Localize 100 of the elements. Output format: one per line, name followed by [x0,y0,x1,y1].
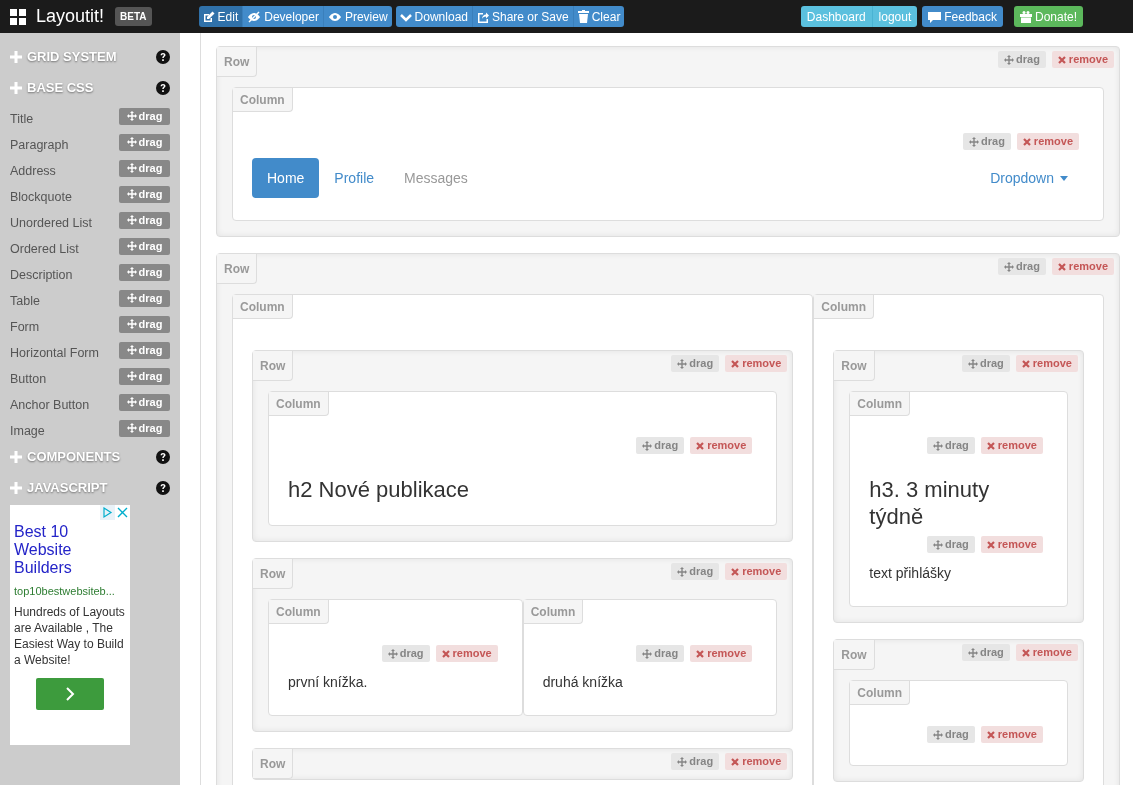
ad-title[interactable]: Best 10 Website Builders [14,523,126,577]
toolbar-button[interactable]: Feedback [922,6,1003,27]
remove-button[interactable]: remove [1015,644,1078,661]
help-icon [156,449,170,464]
drag-button[interactable]: drag [119,159,170,177]
heading-text: h3. 3 minuty týdně [869,476,991,530]
move-icon [933,729,943,740]
remove-button[interactable]: remove [725,753,788,770]
move-icon [677,756,688,767]
ad-button[interactable] [36,677,104,710]
drag-button[interactable]: drag [119,263,170,281]
remove-button[interactable]: remove [1015,355,1078,372]
toolbar-button[interactable]: Clear [573,6,625,27]
move-icon [126,371,137,381]
toolbar-button[interactable]: Share or Save [473,6,574,27]
remove-button[interactable]: remove [725,355,788,372]
plus-icon [10,450,22,463]
nav-tab[interactable]: Profile [319,158,390,198]
drag-button[interactable]: drag [963,133,1011,150]
close-icon [696,441,705,450]
remove-button[interactable]: remove [1016,133,1079,150]
remove-button[interactable]: remove [980,726,1043,743]
grid-logo-icon [10,8,26,25]
move-icon [677,358,688,369]
help-icon [156,49,170,64]
remove-button[interactable]: remove [690,645,753,662]
column-label: Column [850,681,910,705]
brand-title[interactable]: Layoutit! [36,3,105,30]
toolbar-button[interactable]: Developer [243,6,324,27]
nav-tab[interactable]: Home [252,158,320,198]
remove-button[interactable]: remove [690,437,753,454]
close-icon [731,757,740,766]
remove-button[interactable]: remove [1051,258,1114,275]
close-icon [115,505,130,520]
drag-button[interactable]: drag [119,419,170,437]
drag-button[interactable]: drag [119,315,170,333]
column-label: Column [269,600,329,624]
move-icon [126,163,137,173]
close-icon [1057,262,1066,271]
row-label: Row [834,640,875,670]
row-label: Row [217,254,258,284]
drag-button[interactable]: drag [927,726,975,743]
help-icon [156,480,170,495]
move-icon [126,241,137,251]
help-icon [156,80,170,95]
drag-button[interactable]: drag [381,645,430,662]
drag-button[interactable]: drag [119,367,170,385]
remove-button[interactable]: remove [435,645,498,662]
toolbar-button[interactable]: Donate! [1013,6,1083,27]
close-icon [1057,55,1066,64]
drag-button[interactable]: drag [998,258,1046,275]
drag-button[interactable]: drag [927,437,975,454]
remove-button[interactable]: remove [980,536,1043,553]
toolbar-button[interactable]: logout [872,6,918,27]
drag-button[interactable]: drag [119,341,170,359]
drag-button[interactable]: drag [119,211,170,229]
drag-button[interactable]: drag [671,563,720,580]
remove-button[interactable]: remove [725,563,788,580]
eye-slash-icon [247,10,262,23]
drag-button[interactable]: drag [671,355,720,372]
remove-button[interactable]: remove [980,437,1043,454]
drag-button[interactable]: drag [119,185,170,203]
drag-button[interactable]: drag [119,133,170,151]
component-label: Table [10,292,40,310]
component-label: Unordered List [10,214,92,232]
move-icon [126,319,137,329]
ad-url[interactable]: top10bestwebsiteb... [14,583,126,600]
drag-button[interactable]: drag [119,393,170,411]
drag-button[interactable]: drag [119,107,170,125]
beta-badge: BETA [115,7,152,26]
component-label: Image [10,422,45,440]
drag-button[interactable]: drag [998,51,1046,68]
drag-button[interactable]: drag [119,289,170,307]
move-icon [126,111,137,121]
remove-button[interactable]: remove [1051,51,1114,68]
move-icon [1004,261,1014,272]
drag-button[interactable]: drag [636,645,685,662]
paragraph-text: text přihlášky [869,564,953,583]
chevron-right-icon [65,686,75,701]
move-icon [387,648,398,659]
toolbar-button[interactable]: Edit [198,6,244,27]
component-label: Form [10,318,40,336]
move-icon [126,267,137,277]
drag-button[interactable]: drag [962,355,1010,372]
drag-button[interactable]: drag [962,644,1010,661]
toolbar-button[interactable]: Dashboard [800,6,873,27]
column-label: Column [850,392,910,416]
toolbar-button[interactable]: Preview [323,6,392,27]
drag-button[interactable]: drag [927,536,975,553]
component-label: Description [10,266,73,284]
drag-button[interactable]: drag [671,753,720,770]
row-label: Row [834,351,875,381]
drag-button[interactable]: drag [636,437,685,454]
drag-button[interactable]: drag [119,237,170,255]
trash-icon [577,10,589,23]
gift-icon [1019,10,1032,23]
column-label: Column [269,392,329,416]
dropdown-link[interactable]: Dropdown [990,167,1068,189]
toolbar-button[interactable]: Download [395,6,473,27]
caret-icon [1060,175,1068,181]
